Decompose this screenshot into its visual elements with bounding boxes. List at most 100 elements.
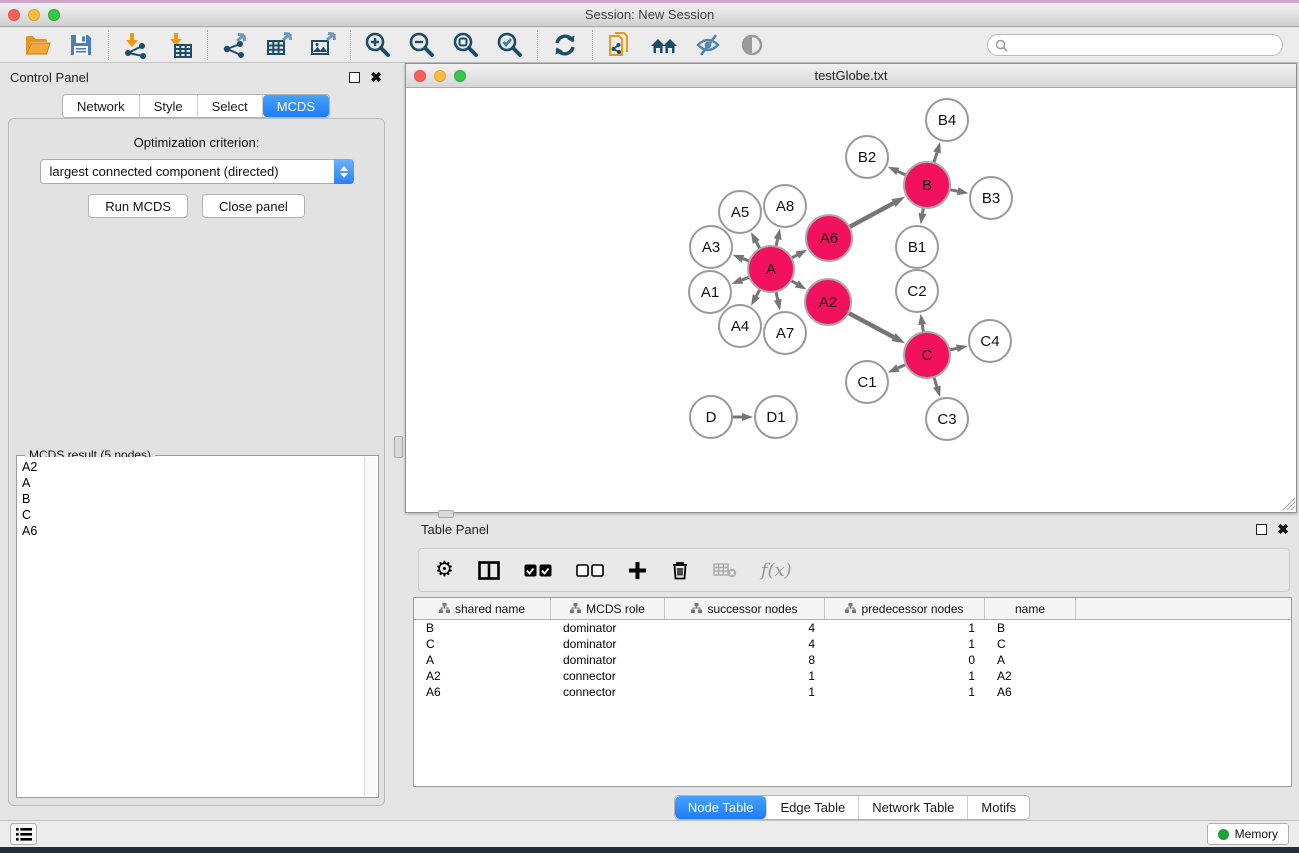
home-view-icon[interactable] — [649, 30, 679, 60]
column-header-name[interactable]: name — [985, 598, 1076, 619]
table-cell[interactable]: B — [414, 620, 551, 636]
table-cell[interactable]: A — [985, 652, 1076, 668]
export-image-icon[interactable] — [308, 30, 338, 60]
table-cell[interactable]: 1 — [825, 620, 985, 636]
close-panel-button[interactable]: Close panel — [202, 194, 305, 218]
table-row[interactable]: Adominator80A — [414, 652, 1291, 668]
graph-edge[interactable] — [756, 242, 760, 249]
show-all-eye-icon[interactable] — [737, 30, 767, 60]
tab-network[interactable]: Network — [63, 95, 140, 117]
graph-edge[interactable] — [934, 377, 937, 387]
table-cell[interactable]: 1 — [665, 684, 825, 700]
run-mcds-button[interactable]: Run MCDS — [88, 194, 188, 218]
hide-others-eye-icon[interactable] — [693, 30, 723, 60]
float-panel-icon[interactable] — [349, 72, 360, 83]
graph-edge[interactable] — [776, 239, 778, 246]
vertical-splitter-handle[interactable] — [394, 436, 403, 458]
table-cell[interactable]: A6 — [985, 684, 1076, 700]
result-item[interactable]: A6 — [18, 523, 364, 539]
table-cell[interactable]: 0 — [825, 652, 985, 668]
table-row[interactable]: Cdominator41C — [414, 636, 1291, 652]
table-cell[interactable]: 4 — [665, 620, 825, 636]
optimization-criterion-dropdown[interactable]: largest connected component (directed) — [40, 159, 354, 184]
graph-edge[interactable] — [898, 364, 906, 368]
table-cell[interactable]: A2 — [414, 668, 551, 684]
zoom-fit-icon[interactable] — [451, 30, 481, 60]
graph-edge[interactable] — [791, 255, 797, 258]
settings-gear-icon[interactable]: ⚙ — [435, 560, 454, 580]
delete-column-icon[interactable] — [671, 560, 689, 580]
clone-network-document-icon[interactable] — [605, 30, 635, 60]
import-table-icon[interactable] — [165, 30, 195, 60]
table-cell[interactable]: C — [985, 636, 1076, 652]
table-cell[interactable]: A2 — [985, 668, 1076, 684]
graph-edge[interactable] — [949, 348, 956, 350]
refresh-icon[interactable] — [550, 30, 580, 60]
add-column-icon[interactable] — [628, 561, 647, 580]
result-item[interactable]: A — [18, 475, 364, 491]
open-session-icon[interactable] — [22, 30, 52, 60]
graph-edge[interactable] — [922, 325, 923, 333]
table-cell[interactable]: 1 — [825, 636, 985, 652]
column-header-predecessor-nodes[interactable]: predecessor nodes — [825, 598, 985, 619]
tab-select[interactable]: Select — [198, 95, 263, 117]
tab-node-table[interactable]: Node Table — [675, 796, 768, 819]
graph-edge[interactable] — [791, 281, 797, 284]
zoom-out-icon[interactable] — [407, 30, 437, 60]
network-window-titlebar[interactable]: testGlobe.txt — [406, 64, 1296, 88]
column-header-MCDS-role[interactable]: MCDS role — [551, 598, 665, 619]
tab-edge-table[interactable]: Edge Table — [767, 796, 859, 819]
table-cell[interactable]: C — [414, 636, 551, 652]
search-input[interactable] — [1013, 38, 1282, 52]
table-cell[interactable]: A — [414, 652, 551, 668]
table-cell[interactable]: connector — [551, 668, 665, 684]
close-panel-icon[interactable]: ✖ — [370, 72, 382, 83]
delete-table-icon[interactable] — [713, 562, 737, 578]
result-item[interactable]: A2 — [18, 459, 364, 475]
export-table-icon[interactable] — [264, 30, 294, 60]
graph-edge[interactable] — [756, 289, 760, 296]
table-cell[interactable]: A6 — [414, 684, 551, 700]
export-network-icon[interactable] — [220, 30, 250, 60]
graph-edge[interactable] — [743, 259, 749, 261]
task-history-button[interactable] — [10, 823, 37, 845]
result-item[interactable]: B — [18, 491, 364, 507]
zoom-selected-icon[interactable] — [495, 30, 525, 60]
tab-style[interactable]: Style — [140, 95, 198, 117]
select-all-checkboxes-icon[interactable] — [524, 564, 552, 577]
graph-edge[interactable] — [934, 152, 937, 163]
table-cell[interactable]: 1 — [825, 668, 985, 684]
table-cell[interactable]: 1 — [825, 684, 985, 700]
deselect-all-checkboxes-icon[interactable] — [576, 564, 604, 577]
graph-edge[interactable] — [848, 313, 893, 337]
table-cell[interactable]: dominator — [551, 652, 665, 668]
table-cell[interactable]: 4 — [665, 636, 825, 652]
table-cell[interactable]: B — [985, 620, 1076, 636]
column-header-shared-name[interactable]: shared name — [414, 598, 551, 619]
mcds-result-list[interactable]: A2ABCA6 — [18, 457, 364, 796]
table-row[interactable]: A6connector11A6 — [414, 684, 1291, 700]
float-table-panel-icon[interactable] — [1256, 524, 1267, 535]
tab-network-table[interactable]: Network Table — [859, 796, 968, 819]
function-builder-icon[interactable]: f(x) — [761, 560, 792, 581]
tab-motifs[interactable]: Motifs — [968, 796, 1029, 819]
graph-edge[interactable] — [776, 291, 778, 299]
graph-edge[interactable] — [849, 203, 893, 227]
table-cell[interactable]: dominator — [551, 636, 665, 652]
result-scrollbar[interactable] — [364, 457, 377, 796]
graph-edge[interactable] — [898, 171, 906, 175]
column-header-successor-nodes[interactable]: successor nodes — [665, 598, 825, 619]
table-cell[interactable]: connector — [551, 684, 665, 700]
table-cell[interactable]: 8 — [665, 652, 825, 668]
zoom-in-icon[interactable] — [363, 30, 393, 60]
network-canvas[interactable]: B4B2BB3A5A8A6B1A3AA1C2A2A4A7C4CC1C3DD1 — [406, 88, 1296, 511]
table-row[interactable]: Bdominator41B — [414, 620, 1291, 636]
memory-button[interactable]: Memory — [1207, 823, 1289, 845]
graph-edge[interactable] — [950, 190, 958, 192]
table-row[interactable]: A2connector11A2 — [414, 668, 1291, 684]
import-network-icon[interactable] — [121, 30, 151, 60]
toolbar-search[interactable] — [987, 34, 1283, 56]
result-item[interactable]: C — [18, 507, 364, 523]
table-cell[interactable]: dominator — [551, 620, 665, 636]
table-cell[interactable]: 1 — [665, 668, 825, 684]
